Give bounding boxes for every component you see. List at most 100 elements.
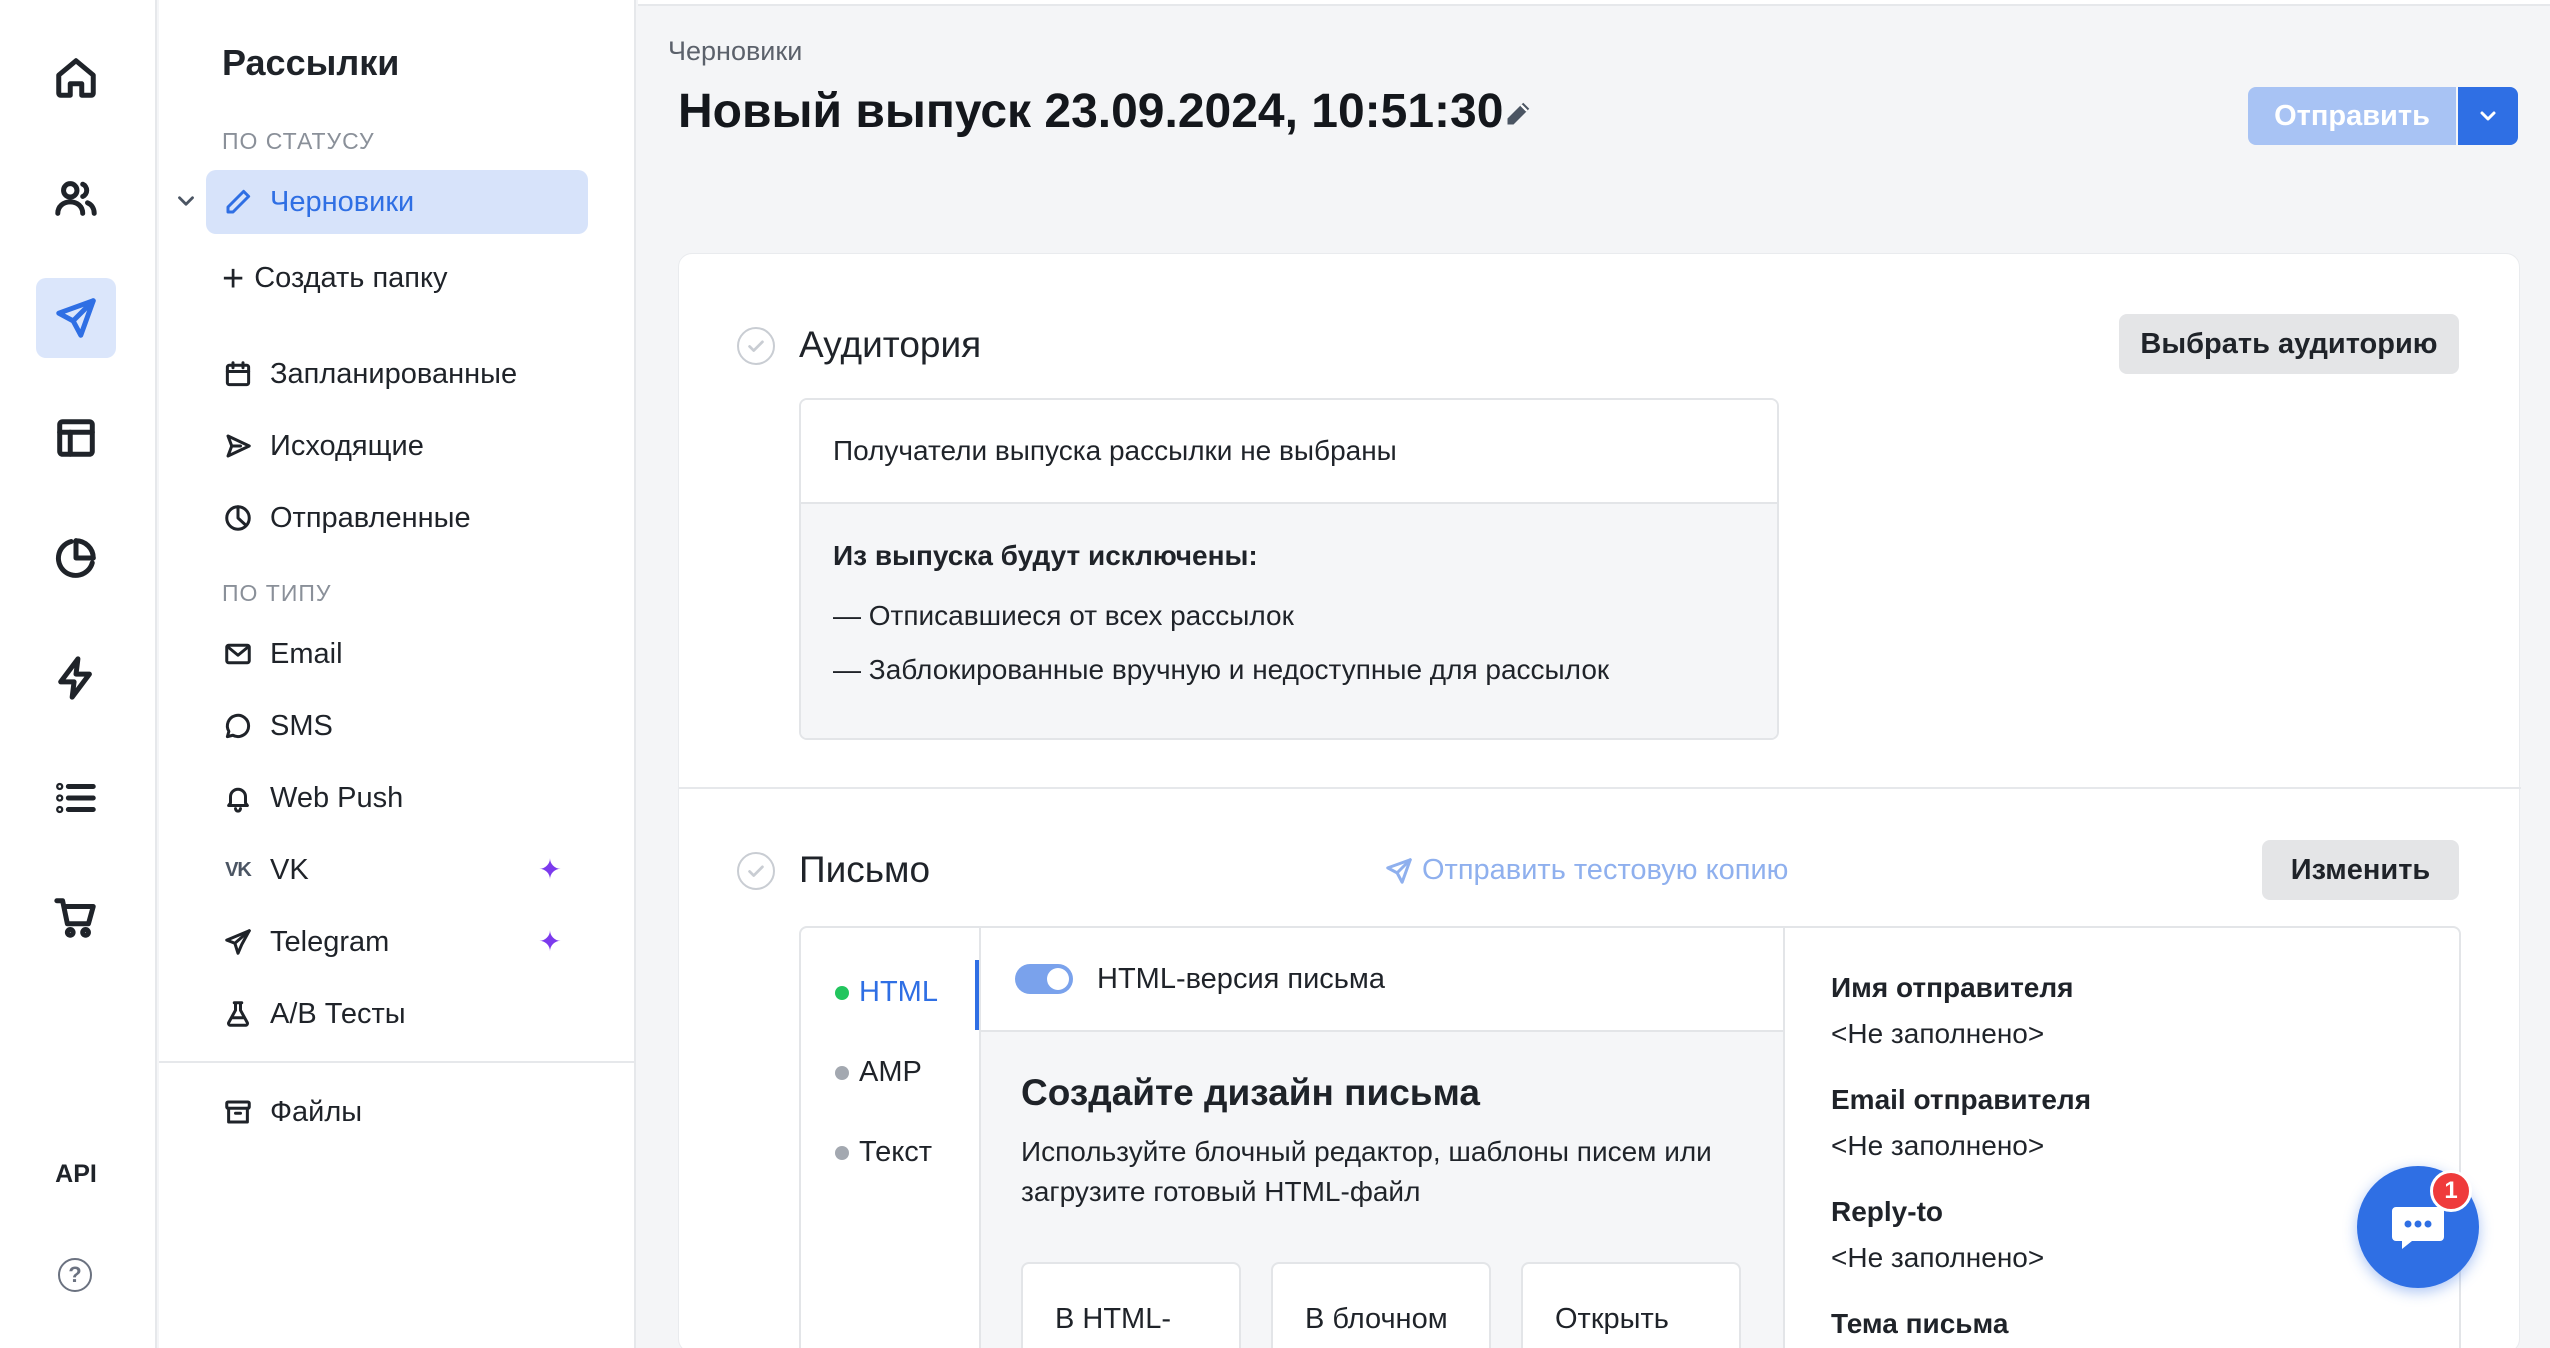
active-tab-indicator	[975, 960, 979, 1030]
html-editor-button[interactable]: В HTML-редакторе	[1021, 1262, 1241, 1348]
reply-to-block: Reply-to <Не заполнено>	[1831, 1196, 2044, 1274]
html-version-toggle[interactable]	[1015, 964, 1073, 994]
chat-bubble-icon	[222, 710, 254, 742]
create-folder-button[interactable]: + Создать папку	[222, 257, 448, 300]
sidebar-item-email[interactable]: Email	[206, 622, 588, 686]
icon-rail: API ?	[0, 0, 157, 1348]
design-options: В HTML-редакторе В блочном редакторе Отк…	[1021, 1262, 1741, 1348]
cart-icon[interactable]	[36, 878, 116, 958]
sidebar-item-ab-tests[interactable]: A/B Тесты	[206, 982, 588, 1046]
sidebar-item-sent[interactable]: Отправленные	[206, 486, 588, 550]
status-dot	[835, 1145, 849, 1160]
sidebar-item-label: Email	[270, 637, 343, 670]
change-letter-button[interactable]: Изменить	[2262, 840, 2459, 900]
send-options-chevron-icon[interactable]	[2458, 87, 2518, 145]
sidebar-title: Рассылки	[222, 42, 400, 83]
calendar-icon	[222, 358, 254, 390]
section-divider	[679, 787, 2521, 789]
reply-to-value: <Не заполнено>	[1831, 1242, 2045, 1273]
section-by-type: ПО ТИПУ	[222, 580, 332, 606]
tab-amp[interactable]: AMP	[835, 1056, 922, 1089]
send-button[interactable]: Отправить	[2248, 87, 2456, 145]
send-test-copy-link[interactable]: Отправить тестовую копию	[1384, 854, 1788, 887]
help-icon[interactable]: ?	[58, 1258, 92, 1292]
excluded-block: Из выпуска будут исключены: — Отписавшие…	[801, 504, 1777, 738]
layout-icon[interactable]	[36, 398, 116, 478]
sidebar-item-webpush[interactable]: Web Push	[206, 766, 588, 830]
sidebar-item-label: Исходящие	[270, 429, 424, 462]
sidebar-item-drafts[interactable]: Черновики	[206, 170, 588, 234]
sidebar-item-telegram[interactable]: Telegram ✦	[206, 910, 588, 974]
subject-block: Тема письма	[1831, 1308, 2008, 1348]
sidebar-item-vk[interactable]: VK VK ✦	[206, 838, 588, 902]
html-version-label: HTML-версия письма	[1097, 962, 1385, 995]
lightning-icon[interactable]	[36, 638, 116, 718]
mail-icon	[222, 638, 254, 670]
sidebar-item-label: Telegram	[270, 925, 390, 958]
letter-check-icon	[737, 852, 775, 890]
flask-icon	[222, 998, 254, 1030]
edit-title-icon[interactable]	[1500, 96, 1536, 132]
design-title: Создайте дизайн письма	[1021, 1072, 1480, 1113]
excluded-heading: Из выпуска будут исключены:	[833, 540, 1258, 571]
breadcrumb[interactable]: Черновики	[668, 36, 802, 67]
tab-label: Текст	[859, 1136, 933, 1168]
users-icon[interactable]	[36, 158, 116, 238]
list-icon[interactable]	[36, 758, 116, 838]
chevron-down-icon[interactable]	[173, 188, 199, 214]
status-dot	[835, 1065, 849, 1080]
open-gallery-button[interactable]: Открыть галерею	[1521, 1262, 1741, 1348]
sender-email-block: Email отправителя <Не заполнено>	[1831, 1084, 2091, 1162]
sparkle-icon: ✦	[538, 854, 562, 885]
send-icon[interactable]	[36, 278, 116, 358]
pie-icon	[222, 502, 254, 534]
audience-title: Аудитория	[799, 324, 982, 365]
home-icon[interactable]	[36, 38, 116, 118]
reply-to-label: Reply-to	[1831, 1196, 1943, 1227]
send-outline-icon	[222, 430, 254, 462]
sidebar-item-sms[interactable]: SMS	[206, 694, 588, 758]
pencil-icon	[222, 186, 254, 218]
bell-icon	[222, 782, 254, 814]
sender-email-value: <Не заполнено>	[1831, 1130, 2045, 1161]
letter-title: Письмо	[799, 849, 931, 890]
subject-label: Тема письма	[1831, 1308, 2009, 1339]
sidebar-divider	[159, 1061, 636, 1063]
sidebar-item-label: SMS	[270, 709, 333, 742]
api-link[interactable]: API	[36, 1160, 116, 1189]
notification-badge: 1	[2430, 1170, 2472, 1212]
top-bar	[638, 0, 2550, 6]
no-recipients-text: Получатели выпуска рассылки не выбраны	[801, 400, 1777, 504]
pie-chart-icon[interactable]	[36, 518, 116, 598]
create-folder-label: Создать папку	[254, 262, 448, 294]
sparkle-icon: ✦	[538, 926, 562, 957]
sidebar-item-label: Черновики	[270, 185, 415, 218]
sidebar-item-label: Запланированные	[270, 357, 518, 390]
telegram-icon	[222, 926, 254, 958]
sender-name-value: <Не заполнено>	[1831, 1018, 2045, 1049]
excluded-item: — Заблокированные вручную и недоступные …	[833, 654, 1610, 685]
excluded-item: — Отписавшиеся от всех рассылок	[833, 600, 1294, 631]
sidebar-item-scheduled[interactable]: Запланированные	[206, 342, 588, 406]
sidebar-item-label: Web Push	[270, 781, 404, 814]
sidebar-item-label: Файлы	[270, 1095, 363, 1128]
column-divider	[1783, 928, 1785, 1348]
plus-icon: +	[222, 257, 245, 300]
sidebar-item-files[interactable]: Файлы	[206, 1080, 588, 1144]
html-version-row: HTML-версия письма	[981, 928, 1783, 1032]
block-editor-button[interactable]: В блочном редакторе	[1271, 1262, 1491, 1348]
section-by-status: ПО СТАТУСУ	[222, 128, 375, 154]
tab-html[interactable]: HTML	[835, 976, 938, 1009]
sidebar: Рассылки ПО СТАТУСУ Черновики + Создать …	[159, 0, 636, 1348]
design-description: Используйте блочный редактор, шаблоны пи…	[1021, 1136, 1712, 1207]
main-content: Черновики Новый выпуск 23.09.2024, 10:51…	[638, 0, 2550, 1348]
sender-email-label: Email отправителя	[1831, 1084, 2092, 1115]
send-test-copy-label: Отправить тестовую копию	[1422, 854, 1789, 886]
tab-text[interactable]: Текст	[835, 1136, 932, 1169]
issue-card: Аудитория Выбрать аудиторию Получатели в…	[678, 253, 2521, 1348]
sidebar-item-label: A/B Тесты	[270, 997, 406, 1030]
audience-check-icon	[737, 327, 775, 365]
select-audience-button[interactable]: Выбрать аудиторию	[2119, 314, 2459, 374]
sidebar-item-outgoing[interactable]: Исходящие	[206, 414, 588, 478]
tab-label: HTML	[859, 976, 938, 1008]
